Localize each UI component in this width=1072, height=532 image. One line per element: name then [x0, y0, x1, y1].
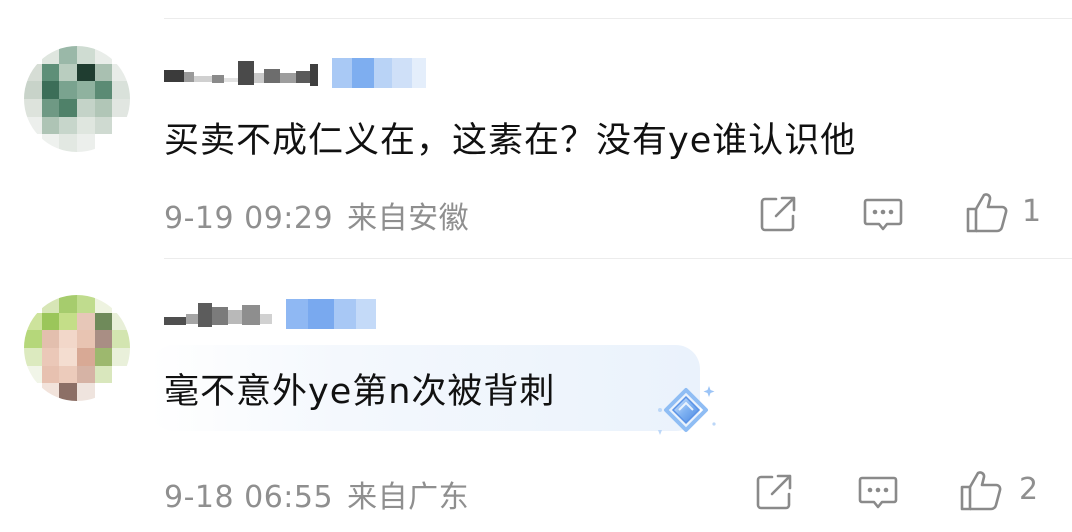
- avatar[interactable]: [24, 295, 130, 401]
- avatar[interactable]: [24, 46, 130, 152]
- comment-meta: 9-18 06:55 来自广东: [164, 472, 469, 516]
- divider: [164, 18, 1072, 19]
- comment-location: 来自安徽: [347, 201, 470, 236]
- like-count: 1: [1022, 194, 1042, 229]
- comment-text: 买卖不成仁义在，这素在？没有ye谁认识他: [164, 121, 857, 161]
- share-icon[interactable]: [752, 470, 796, 514]
- username[interactable]: [164, 58, 426, 88]
- divider: [164, 258, 1072, 259]
- thumbs-up-icon[interactable]: [964, 190, 1008, 234]
- comment-meta: 9-19 09:29 来自安徽: [164, 193, 469, 237]
- comment-date: 9-18 06:55: [164, 480, 334, 515]
- comment-icon[interactable]: [861, 192, 905, 236]
- user-badge: [332, 58, 426, 88]
- diamond-badge-icon: [654, 380, 718, 444]
- comment-list: 买卖不成仁义在，这素在？没有ye谁认识他 9-19 09:29 来自安徽 1 毫…: [0, 0, 1072, 532]
- like-count: 2: [1019, 472, 1039, 507]
- comment-icon[interactable]: [856, 470, 900, 514]
- username[interactable]: [164, 299, 376, 329]
- thumbs-up-icon[interactable]: [958, 468, 1002, 512]
- comment-date: 9-19 09:29: [164, 201, 334, 236]
- share-icon[interactable]: [756, 192, 800, 236]
- comment-bubble: 毫不意外ye第n次被背刺: [150, 345, 700, 431]
- comment-text: 毫不意外ye第n次被背刺: [164, 372, 556, 412]
- username-pixelated: [164, 58, 318, 88]
- comment-location: 来自广东: [347, 480, 470, 515]
- user-badge: [286, 299, 376, 329]
- username-pixelated: [164, 299, 272, 329]
